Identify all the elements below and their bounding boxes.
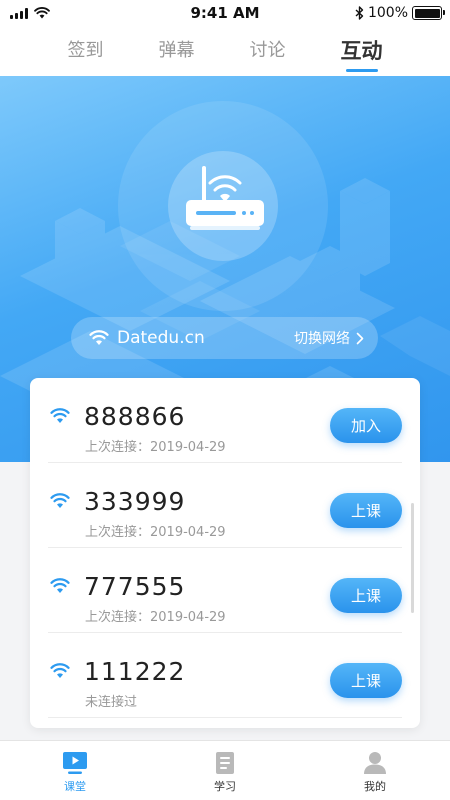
- start-class-button[interactable]: 上课: [330, 663, 402, 698]
- switch-network-link[interactable]: 切换网络: [294, 328, 364, 348]
- switch-network-label: 切换网络: [294, 331, 350, 347]
- battery-fill: [414, 8, 440, 18]
- bottom-nav: 课堂 学习 我的: [0, 740, 450, 800]
- last-connected-text: 上次连接：2019-04-29: [85, 525, 226, 540]
- battery-percent: 100%: [367, 5, 408, 21]
- last-connected-text: 上次连接：2019-04-29: [85, 440, 226, 455]
- list-item: 333999 上次连接：2019-04-29 上课: [48, 463, 402, 548]
- nav-item-study[interactable]: 学习: [150, 741, 300, 800]
- list-scrollbar[interactable]: [411, 503, 414, 613]
- class-code: 777555: [84, 572, 186, 601]
- nav-item-classroom[interactable]: 课堂: [0, 741, 150, 800]
- person-icon: [364, 752, 386, 774]
- nav-label: 学习: [214, 780, 236, 793]
- wifi-icon: [50, 578, 70, 593]
- class-code: 111222: [84, 657, 186, 686]
- nav-label: 我的: [364, 780, 386, 793]
- list-item: 777555 上次连接：2019-04-29 上课: [48, 548, 402, 633]
- class-code: 888866: [84, 402, 186, 431]
- last-connected-text: 上次连接：2019-04-29: [85, 610, 226, 625]
- app-screen: 9:41 AM 100% 签到 弹幕 讨论 互动 Datedu.cn 切换网络 …: [0, 0, 450, 800]
- tab-danmaku[interactable]: 弹幕: [155, 26, 199, 76]
- network-name: Datedu.cn: [117, 328, 205, 348]
- last-connected-text: 未连接过: [85, 695, 138, 710]
- top-tab-bar: 签到 弹幕 讨论 互动: [0, 26, 450, 76]
- wifi-icon: [50, 663, 70, 678]
- battery-icon: [412, 6, 445, 20]
- wifi-icon: [89, 330, 109, 345]
- tab-sign-in[interactable]: 签到: [64, 26, 108, 76]
- join-button[interactable]: 加入: [330, 408, 402, 443]
- current-network-bar: Datedu.cn 切换网络: [71, 317, 378, 359]
- tab-interaction[interactable]: 互动: [337, 26, 387, 76]
- class-list-card: 888866 上次连接：2019-04-29 加入 333999 上次连接：20…: [30, 378, 420, 728]
- nav-item-profile[interactable]: 我的: [300, 741, 450, 800]
- nav-label: 课堂: [64, 780, 86, 793]
- notebook-icon: [216, 752, 234, 774]
- tab-discussion[interactable]: 讨论: [246, 26, 290, 76]
- list-item: 111222 未连接过 上课: [48, 633, 402, 718]
- router-icon: [186, 166, 264, 230]
- status-bar: 9:41 AM 100%: [0, 0, 450, 26]
- chevron-right-icon: [356, 332, 364, 344]
- wifi-icon: [50, 493, 70, 508]
- wifi-icon: [50, 408, 70, 423]
- status-right: 100%: [355, 5, 445, 21]
- start-class-button[interactable]: 上课: [330, 493, 402, 528]
- start-class-button[interactable]: 上课: [330, 578, 402, 613]
- bluetooth-icon: [355, 6, 364, 20]
- classroom-play-icon: [63, 752, 87, 774]
- class-code: 333999: [84, 487, 186, 516]
- list-item: 888866 上次连接：2019-04-29 加入: [48, 378, 402, 463]
